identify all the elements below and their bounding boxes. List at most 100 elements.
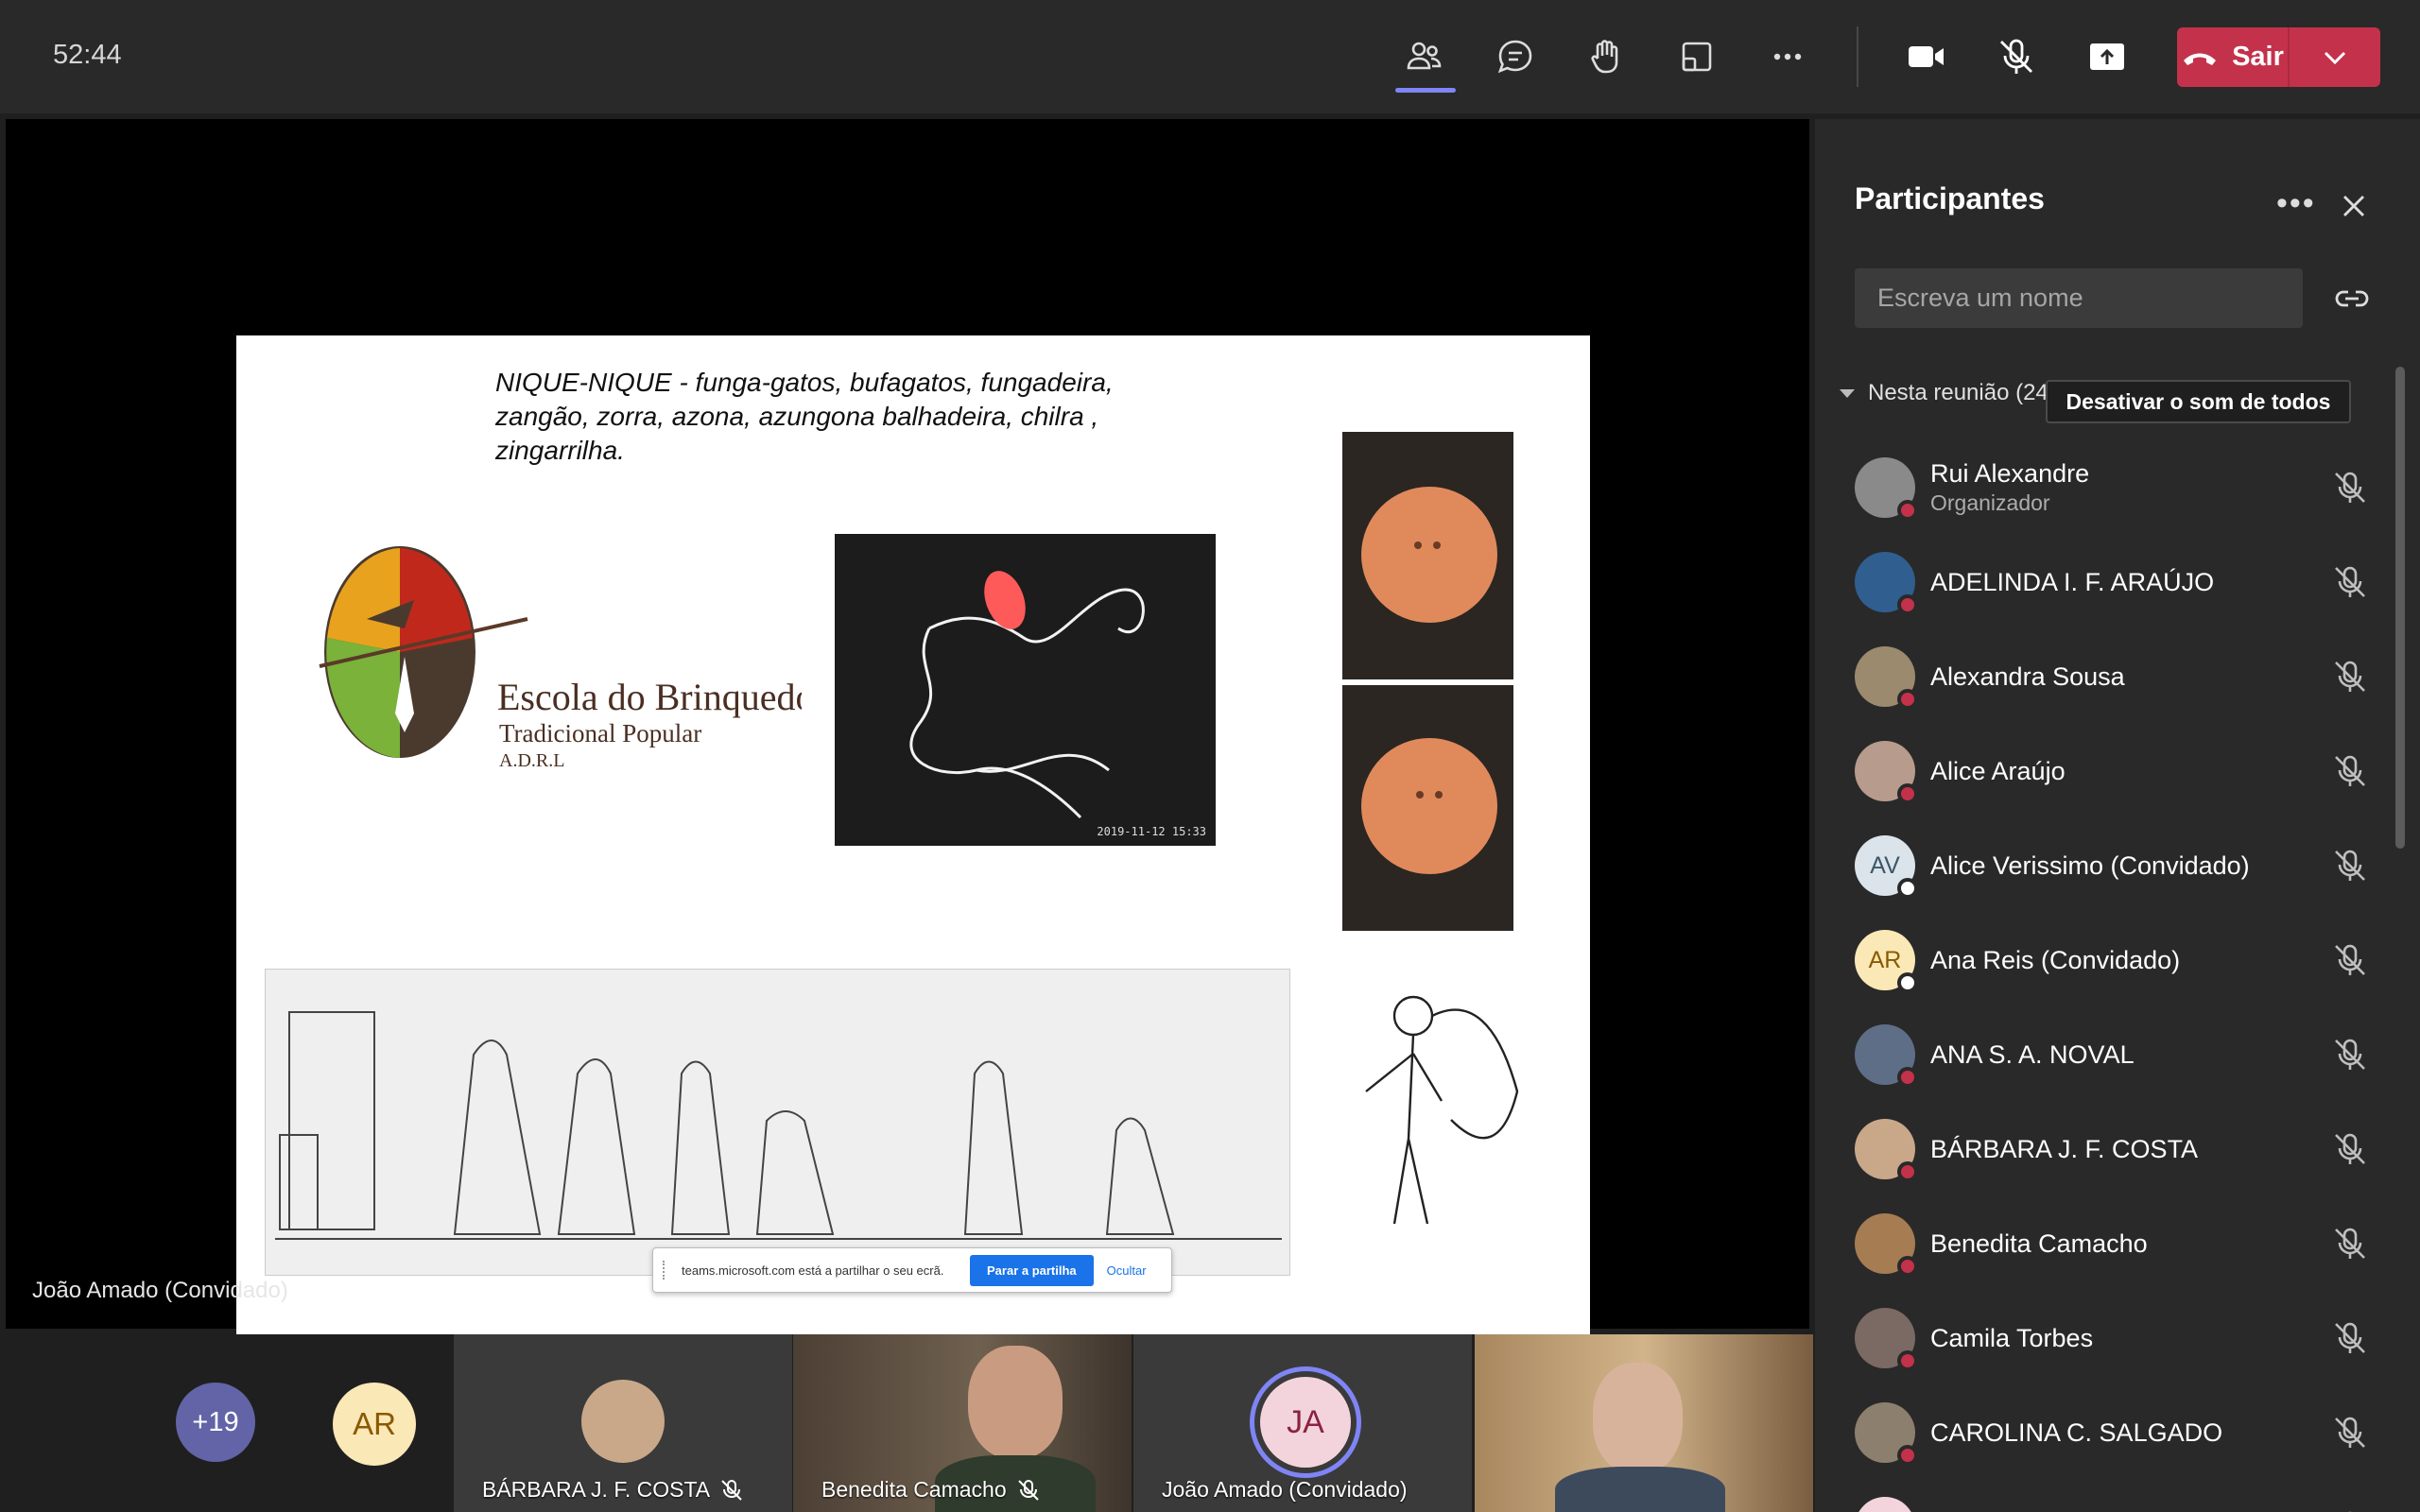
video-tile[interactable]: Benedita Camacho <box>793 1334 1132 1512</box>
more-options-icon[interactable]: ••• <box>2276 185 2316 222</box>
raise-hand-icon[interactable] <box>1578 28 1634 85</box>
photo-timestamp: 2019-11-12 15:33 <box>1097 825 1206 838</box>
leave-options-button[interactable] <box>2288 27 2380 87</box>
presence-status-icon <box>1897 500 1918 521</box>
participant-name: ANA S. A. NOVAL <box>1930 1040 2135 1069</box>
hide-share-bar-link[interactable]: Ocultar <box>1107 1263 1147 1278</box>
participant-row[interactable]: CAROLINA C. SALGADO <box>1855 1385 2384 1480</box>
drag-handle-icon[interactable] <box>663 1261 670 1280</box>
mic-off-icon[interactable] <box>2331 1508 2369 1512</box>
participant-row[interactable]: Alice Araújo <box>1855 724 2384 818</box>
whirligig-photo: 2019-11-12 15:33 <box>835 534 1216 846</box>
mic-off-icon <box>1017 1479 1039 1501</box>
participant-name: Alice Araújo <box>1930 756 2066 785</box>
chevron-down-icon <box>2324 51 2346 64</box>
avatar: AR <box>1855 930 1918 993</box>
mic-off-icon[interactable] <box>2331 752 2369 790</box>
participant-row[interactable]: Benedita Camacho <box>1855 1196 2384 1291</box>
person-silhouette <box>968 1346 1063 1459</box>
presence-status-icon <box>1897 1256 1918 1277</box>
mic-off-icon[interactable] <box>1988 28 2045 85</box>
video-tile[interactable]: BÁRBARA J. F. COSTA <box>454 1334 792 1512</box>
avatar <box>1855 1119 1918 1182</box>
avatar: ES <box>1855 1497 1915 1512</box>
avatar <box>1855 1024 1918 1088</box>
participant-name: ADELINDA I. F. ARAÚJO <box>1930 567 2215 596</box>
mic-off-icon[interactable] <box>2331 1225 2369 1263</box>
chat-icon[interactable] <box>1487 28 1544 85</box>
participant-row[interactable]: Alexandra Sousa <box>1855 629 2384 724</box>
more-participants-badge[interactable]: +19 <box>176 1383 255 1462</box>
tile-name-label: Benedita Camacho <box>821 1477 1041 1503</box>
participant-name: Benedita Camacho <box>1930 1228 2148 1258</box>
tile-name-label: João Amado (Convidado) <box>1162 1477 1408 1503</box>
greek-frieze-drawing <box>265 969 1290 1276</box>
mute-all-button[interactable]: Desativar o som de todos <box>2046 380 2351 423</box>
more-icon[interactable] <box>1759 28 1816 85</box>
participant-name: CAROLINA C. SALGADO <box>1930 1418 2223 1447</box>
meeting-timer: 52:44 <box>53 40 122 70</box>
share-invite-link-icon[interactable] <box>2333 282 2371 316</box>
participant-role: Organizador <box>1930 490 2050 515</box>
panel-scrollbar[interactable] <box>2395 367 2405 849</box>
mic-off-icon[interactable] <box>2331 1319 2369 1357</box>
tile-name-label: BÁRBARA J. F. COSTA <box>482 1477 744 1503</box>
stop-sharing-button[interactable]: Parar a partilha <box>970 1254 1094 1286</box>
presence-status-icon <box>1897 1445 1918 1466</box>
presence-status-icon <box>1897 972 1918 993</box>
participant-row[interactable]: AV Alice Verissimo (Convidado) <box>1855 818 2384 913</box>
participant-row[interactable]: BÁRBARA J. F. COSTA <box>1855 1102 2384 1196</box>
avatar-initials: AV <box>1870 851 1900 879</box>
share-tray-icon[interactable] <box>1668 28 1725 85</box>
avatar <box>581 1380 665 1463</box>
leave-button[interactable]: Sair <box>2177 27 2288 87</box>
participant-name: Rui Alexandre <box>1930 459 2090 488</box>
caret-down-icon <box>1840 388 1855 398</box>
participant-row[interactable]: ADELINDA I. F. ARAÚJO <box>1855 535 2384 629</box>
in-meeting-section-toggle[interactable]: Nesta reunião (24) <box>1828 380 2056 406</box>
participant-name: BÁRBARA J. F. COSTA <box>482 1477 711 1502</box>
avatar <box>1855 1402 1918 1466</box>
clay-button-photo <box>1342 432 1513 679</box>
video-tile[interactable] <box>1475 1334 1813 1512</box>
participant-row[interactable]: ESElisabete Silva <box>1855 1480 2384 1512</box>
avatar[interactable]: AR <box>333 1383 416 1466</box>
participant-search-input[interactable] <box>1855 268 2303 328</box>
panel-title: Participantes <box>1855 181 2045 215</box>
participant-row[interactable]: AR Ana Reis (Convidado) <box>1855 913 2384 1007</box>
participant-name: João Amado (Convidado) <box>1162 1477 1408 1502</box>
share-screen-icon[interactable] <box>2079 28 2135 85</box>
presence-status-icon <box>1897 689 1918 710</box>
participant-row[interactable]: Camila Torbes <box>1855 1291 2384 1385</box>
mic-off-icon[interactable] <box>2331 1036 2369 1074</box>
section-label: Nesta reunião (24) <box>1868 380 2056 405</box>
mic-off-icon[interactable] <box>2331 469 2369 507</box>
person-silhouette <box>1593 1363 1683 1474</box>
shared-screen-stage: NIQUE-NIQUE - funga-gatos, bufagatos, fu… <box>6 119 1809 1350</box>
screen-share-notification: teams.microsoft.com está a partilhar o s… <box>652 1247 1172 1293</box>
participant-row[interactable]: ANA S. A. NOVAL <box>1855 1007 2384 1102</box>
people-icon[interactable] <box>1395 28 1452 85</box>
clay-button-photo <box>1342 685 1513 931</box>
close-icon[interactable] <box>2337 189 2371 223</box>
participant-row[interactable]: Rui Alexandre Organizador <box>1855 440 2384 535</box>
avatar: JA <box>1260 1377 1351 1468</box>
avatar-initials: AR <box>1868 946 1902 973</box>
mic-off-icon[interactable] <box>2331 1130 2369 1168</box>
mic-off-icon[interactable] <box>2331 563 2369 601</box>
camera-icon[interactable] <box>1897 28 1954 85</box>
mic-off-icon[interactable] <box>2331 847 2369 885</box>
meeting-toolbar: 52:44 Sair <box>0 0 2420 113</box>
mic-off-icon <box>721 1479 742 1501</box>
presenter-name: João Amado (Convidado) <box>32 1278 288 1303</box>
mic-off-icon[interactable] <box>2331 941 2369 979</box>
person-silhouette <box>1555 1467 1725 1512</box>
mic-off-icon[interactable] <box>2331 658 2369 696</box>
logo-line-2: Tradicional Popular <box>499 719 701 747</box>
presence-status-icon <box>1897 1161 1918 1182</box>
participant-name: Ana Reis (Convidado) <box>1930 945 2181 974</box>
leave-label: Sair <box>2232 42 2284 72</box>
participant-name: Benedita Camacho <box>821 1477 1007 1502</box>
presence-status-icon <box>1897 594 1918 615</box>
mic-off-icon[interactable] <box>2331 1414 2369 1452</box>
